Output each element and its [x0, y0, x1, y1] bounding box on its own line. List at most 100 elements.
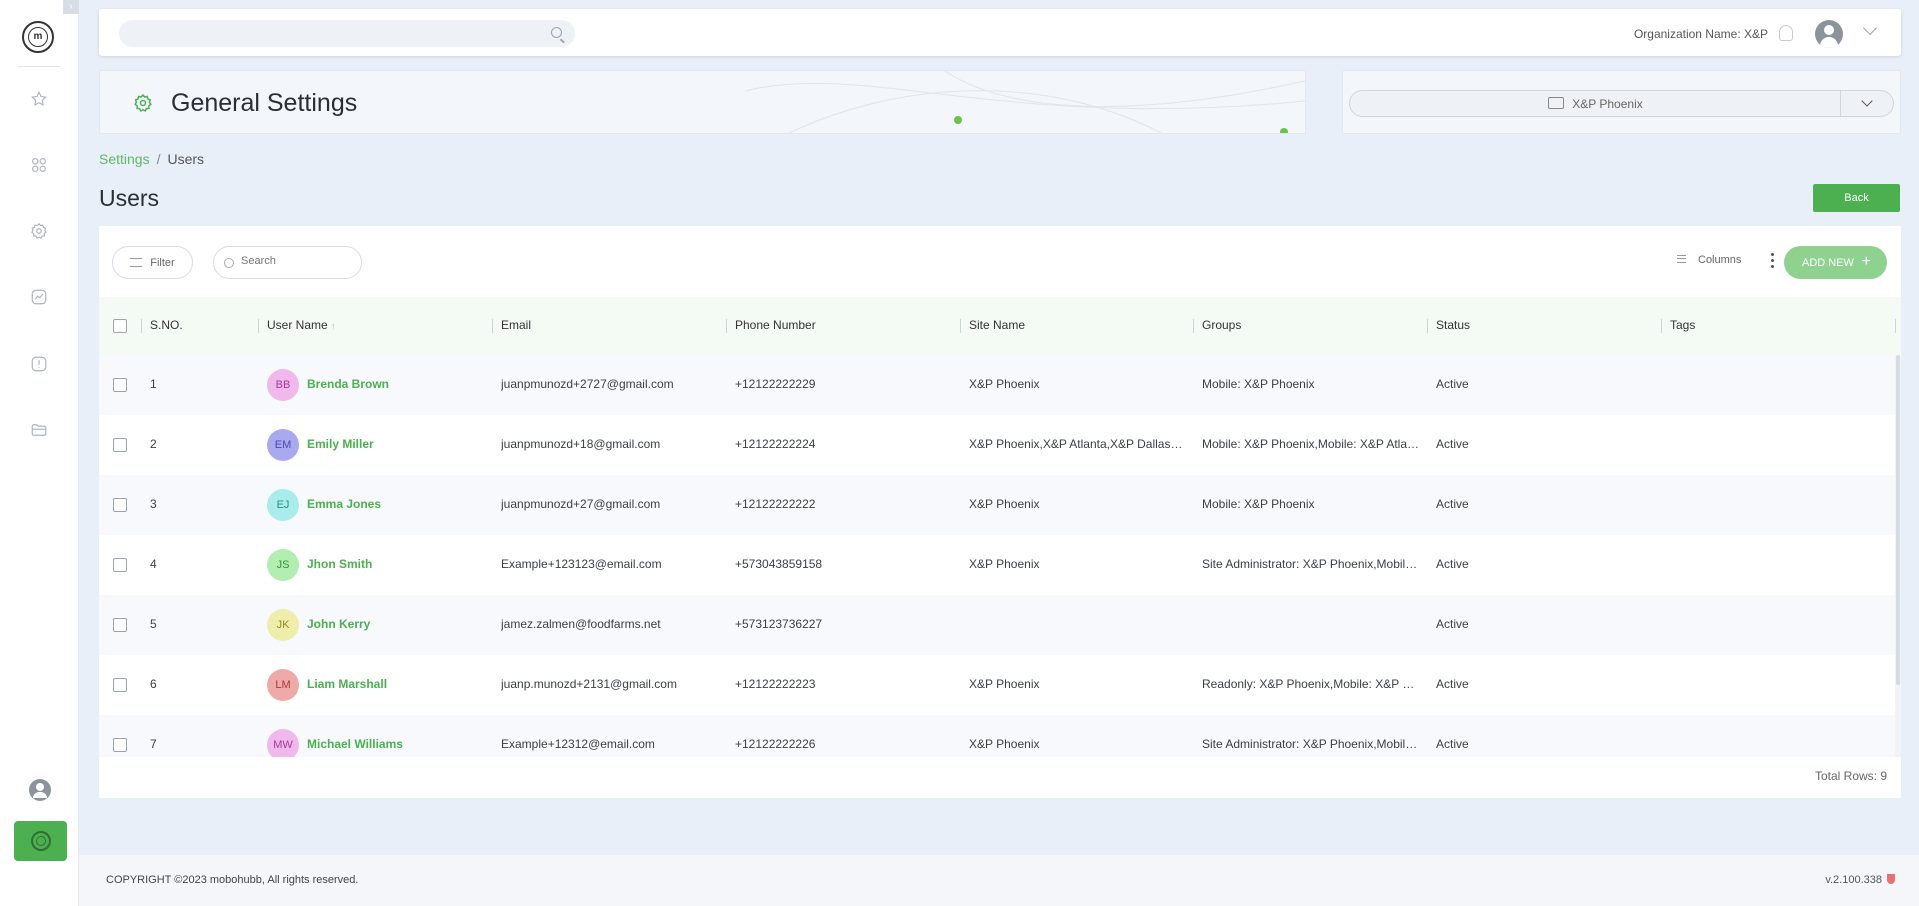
table-row[interactable]: 3 EJ Emma Jones juanpmunozd+27@gmail.com +12… — [99, 475, 1895, 535]
total-rows: Total Rows: 9 — [1814, 769, 1887, 783]
site-select-dropdown[interactable]: X&P Phoenix — [1349, 90, 1894, 117]
row-sno: 6 — [150, 677, 157, 691]
column-header-user-name[interactable]: User Name ↑ — [267, 318, 336, 332]
site-selector: X&P Phoenix — [1342, 70, 1901, 134]
row-status: Active — [1436, 677, 1469, 691]
row-checkbox[interactable] — [113, 618, 127, 632]
row-site: X&P Phoenix — [969, 677, 1040, 691]
row-sno: 5 — [150, 617, 157, 631]
version: v.2.100.338 — [1825, 874, 1895, 886]
topbar: Organization Name: X&P — [99, 9, 1901, 56]
row-email: Example+12312@email.com — [501, 737, 655, 751]
alert-icon[interactable] — [29, 354, 49, 374]
table-row[interactable]: 1 BB Brenda Brown juanpmunozd+2727@gmail.co… — [99, 355, 1895, 415]
user-name-link[interactable]: Liam Marshall — [307, 677, 387, 691]
table-row[interactable]: 5 JK John Kerry jamez.zalmen@foodfarms.net +… — [99, 595, 1895, 655]
row-checkbox[interactable] — [113, 438, 127, 452]
page-header-title: General Settings — [171, 89, 358, 117]
row-status: Active — [1436, 377, 1469, 391]
flag-icon — [1887, 874, 1895, 884]
avatar: MW — [267, 729, 299, 757]
row-phone: +573043859158 — [735, 557, 823, 571]
table-scrollbar[interactable] — [1895, 355, 1901, 757]
column-header-email[interactable]: Email — [501, 318, 531, 332]
row-email: jamez.zalmen@foodfarms.net — [501, 617, 661, 631]
column-header-status[interactable]: Status — [1436, 318, 1470, 332]
row-site: X&P Phoenix — [969, 497, 1040, 511]
avatar: JS — [267, 549, 299, 581]
footer: COPYRIGHT ©2023 mobohubb, All rights res… — [79, 855, 1919, 906]
copyright: COPYRIGHT ©2023 mobohubb, All rights res… — [106, 874, 359, 886]
row-checkbox[interactable] — [113, 678, 127, 692]
back-button[interactable]: Back — [1813, 184, 1900, 212]
logo-icon[interactable]: m — [22, 21, 54, 53]
sites-icon — [1548, 97, 1565, 109]
table-row[interactable]: 6 LM Liam Marshall juanp.munozd+2131@gmail.… — [99, 655, 1895, 715]
row-phone: +12122222229 — [735, 377, 816, 391]
avatar: EJ — [267, 489, 299, 521]
row-status: Active — [1436, 497, 1469, 511]
row-checkbox[interactable] — [113, 498, 127, 512]
row-status: Active — [1436, 557, 1469, 571]
columns-button[interactable]: Columns — [1677, 254, 1741, 266]
brand-icon[interactable] — [14, 821, 67, 861]
table-search-input[interactable] — [241, 255, 351, 267]
avatar-icon[interactable] — [1815, 20, 1843, 48]
user-name-link[interactable]: Emma Jones — [307, 497, 381, 511]
row-groups: Mobile: X&P Phoenix — [1202, 377, 1315, 391]
folder-icon[interactable] — [29, 420, 49, 440]
chevron-down-icon[interactable] — [1861, 95, 1873, 107]
user-name-link[interactable]: Michael Williams — [307, 737, 403, 751]
select-all-checkbox[interactable] — [113, 319, 127, 333]
gear-icon[interactable] — [29, 221, 49, 241]
avatar: BB — [267, 369, 299, 401]
user-name-link[interactable]: Emily Miller — [307, 437, 374, 451]
row-email: Example+123123@email.com — [501, 557, 662, 571]
bell-icon[interactable] — [1779, 25, 1793, 41]
column-header-sno[interactable]: S.NO. — [150, 318, 183, 332]
organization-name: Organization Name: X&P — [1633, 27, 1768, 41]
row-phone: +12122222223 — [735, 677, 816, 691]
user-name-link[interactable]: Brenda Brown — [307, 377, 389, 391]
chevron-down-icon[interactable] — [1862, 20, 1878, 36]
table-row[interactable]: 2 EM Emily Miller juanpmunozd+18@gmail.com +… — [99, 415, 1895, 475]
row-email: juanpmunozd+27@gmail.com — [501, 497, 661, 511]
table-search — [213, 246, 362, 279]
sidebar: › m — [0, 0, 79, 906]
global-search-input[interactable] — [119, 20, 575, 47]
row-checkbox[interactable] — [113, 378, 127, 392]
avatar: JK — [267, 609, 299, 641]
row-checkbox[interactable] — [113, 558, 127, 572]
column-header-phone[interactable]: Phone Number — [735, 318, 816, 332]
sidebar-divider — [18, 66, 60, 67]
columns-icon — [1677, 255, 1686, 263]
row-groups: Mobile: X&P Phoenix — [1202, 497, 1315, 511]
breadcrumb-settings[interactable]: Settings — [99, 151, 150, 167]
column-header-tags[interactable]: Tags — [1670, 318, 1695, 332]
search-icon — [224, 258, 234, 268]
row-email: juanpmunozd+2727@gmail.com — [501, 377, 674, 391]
row-site: X&P Phoenix — [969, 557, 1040, 571]
sidebar-expand-toggle[interactable]: › — [63, 0, 79, 14]
chart-icon[interactable] — [29, 287, 49, 307]
add-new-button[interactable]: ADD NEW + — [1784, 246, 1887, 279]
row-checkbox[interactable] — [113, 738, 127, 752]
star-icon[interactable] — [29, 89, 49, 109]
filter-icon — [130, 257, 143, 267]
filter-button[interactable]: Filter — [112, 246, 193, 279]
table-body: 1 BB Brenda Brown juanpmunozd+2727@gmail.co… — [99, 355, 1901, 757]
user-name-link[interactable]: Jhon Smith — [307, 557, 372, 571]
page-title: Users — [99, 185, 160, 211]
more-options-icon[interactable] — [1771, 253, 1775, 269]
user-icon[interactable] — [29, 779, 51, 801]
apps-icon[interactable] — [29, 155, 49, 175]
row-sno: 1 — [150, 377, 157, 391]
column-header-groups[interactable]: Groups — [1202, 318, 1241, 332]
table-row[interactable]: 7 MW Michael Williams Example+12312@email.c… — [99, 715, 1895, 757]
table-header: S.NO. User Name ↑ Email Phone Number Sit… — [99, 297, 1901, 355]
user-name-link[interactable]: John Kerry — [307, 617, 370, 631]
column-header-site[interactable]: Site Name — [969, 318, 1025, 332]
table-row[interactable]: 4 JS Jhon Smith Example+123123@email.com +57… — [99, 535, 1895, 595]
row-site: X&P Phoenix — [969, 737, 1040, 751]
row-groups: Mobile: X&P Phoenix,Mobile: X&P Atlant..… — [1202, 437, 1422, 451]
